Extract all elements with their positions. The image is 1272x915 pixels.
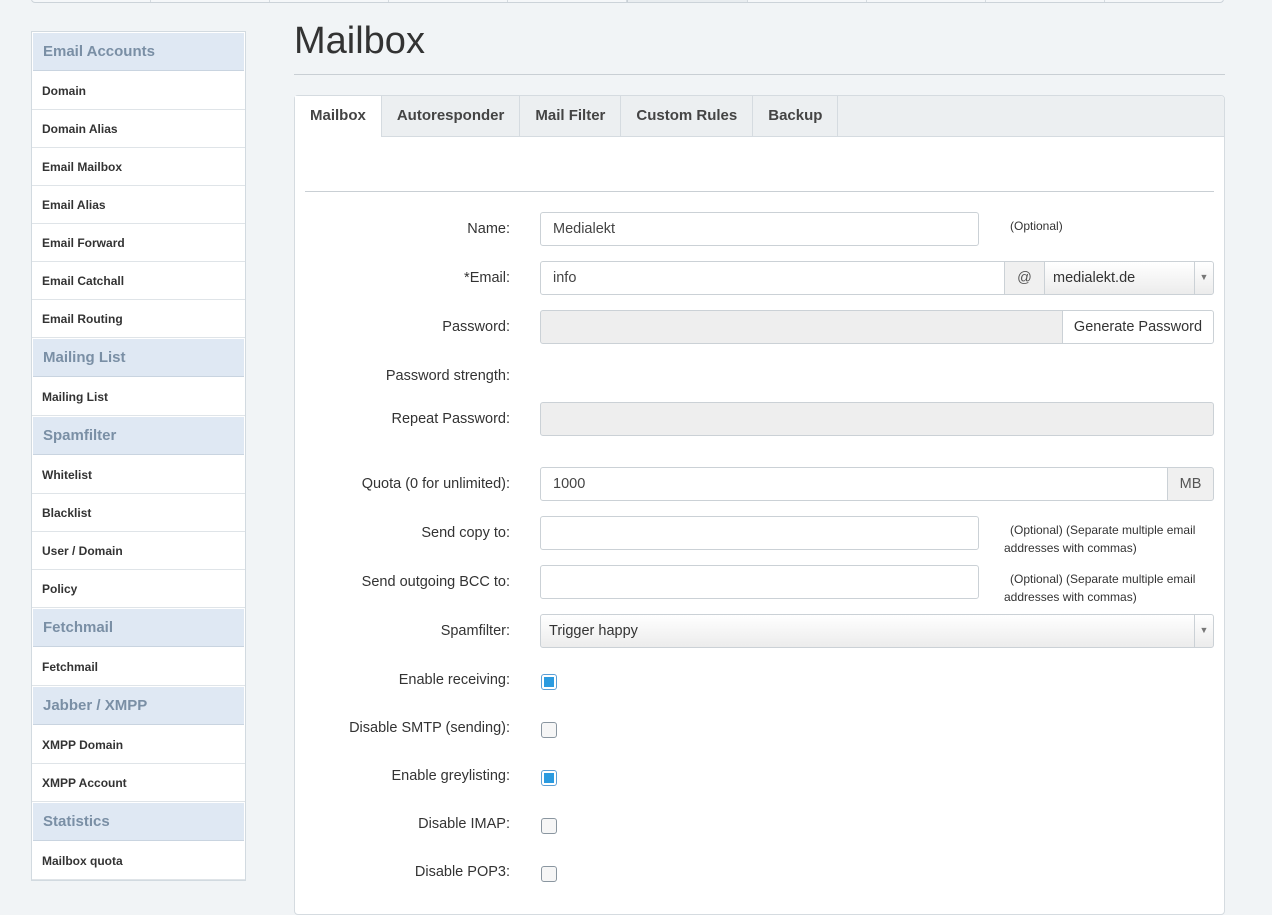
sidebar-item-fetchmail[interactable]: Fetchmail <box>32 648 245 686</box>
sidebar-item-xmpp-domain[interactable]: XMPP Domain <box>32 726 245 764</box>
tab-mailbox[interactable]: Mailbox <box>295 96 382 137</box>
sidebar-section-statistics: Statistics <box>33 803 244 841</box>
at-sign-addon: @ <box>1004 261 1045 295</box>
top-nav-tab[interactable] <box>151 0 271 2</box>
tab-autoresponder[interactable]: Autoresponder <box>382 96 521 136</box>
top-nav-tab[interactable] <box>748 0 867 2</box>
password-input[interactable] <box>540 310 1064 344</box>
top-nav-tab[interactable] <box>986 0 1105 2</box>
sidebar-section-fetchmail: Fetchmail <box>33 609 244 647</box>
chevron-down-icon: ▼ <box>1194 262 1213 294</box>
top-nav-tab[interactable] <box>32 0 152 2</box>
tab-bar: Mailbox Autoresponder Mail Filter Custom… <box>295 96 1224 137</box>
mailbox-form-panel: Mailbox Autoresponder Mail Filter Custom… <box>294 95 1225 915</box>
email-domain-select[interactable]: medialekt.de ▼ <box>1044 261 1214 295</box>
sidebar-item-blacklist[interactable]: Blacklist <box>32 494 245 532</box>
send-copy-hint: (Optional) (Separate multiple email addr… <box>1004 523 1196 555</box>
sidebar-item-xmpp-account[interactable]: XMPP Account <box>32 764 245 802</box>
send-bcc-label: Send outgoing BCC to: <box>361 574 510 590</box>
sidebar-item-mailbox-quota[interactable]: Mailbox quota <box>32 842 245 880</box>
tab-custom-rules[interactable]: Custom Rules <box>621 96 754 136</box>
form-divider <box>305 191 1214 192</box>
name-hint: (Optional) <box>1010 219 1063 233</box>
sidebar-item-email-alias[interactable]: Email Alias <box>32 186 245 224</box>
spamfilter-select[interactable]: Trigger happy ▼ <box>540 614 1214 648</box>
send-bcc-input[interactable] <box>540 565 979 599</box>
email-domain-value: medialekt.de <box>1053 270 1136 286</box>
title-divider <box>294 74 1225 75</box>
sidebar-item-email-forward[interactable]: Email Forward <box>32 224 245 262</box>
sidebar-item-domain-alias[interactable]: Domain Alias <box>32 110 245 148</box>
quota-label: Quota (0 for unlimited): <box>361 476 510 492</box>
page-title: Mailbox <box>294 20 425 62</box>
sidebar-item-policy[interactable]: Policy <box>32 570 245 608</box>
top-nav-tab[interactable] <box>270 0 390 2</box>
top-nav-tab[interactable] <box>508 0 628 2</box>
send-bcc-hint: (Optional) (Separate multiple email addr… <box>1004 572 1196 604</box>
email-local-input[interactable]: info <box>540 261 1005 295</box>
sidebar-item-user-domain[interactable]: User / Domain <box>32 532 245 570</box>
repeat-password-input[interactable] <box>540 402 1214 436</box>
send-copy-label: Send copy to: <box>421 525 510 541</box>
spamfilter-label: Spamfilter: <box>440 623 510 639</box>
top-nav-tab[interactable] <box>389 0 509 2</box>
sidebar: Email Accounts Domain Domain Alias Email… <box>31 31 246 881</box>
password-label: Password: <box>442 319 510 335</box>
enable-greylisting-label: Enable greylisting: <box>391 768 511 784</box>
chevron-down-icon: ▼ <box>1194 615 1213 647</box>
email-label: *Email: <box>464 270 510 286</box>
disable-pop3-label: Disable POP3: <box>414 864 510 880</box>
email-label-text: Email: <box>469 270 510 286</box>
sidebar-item-domain[interactable]: Domain <box>32 72 245 110</box>
enable-receiving-label: Enable receiving: <box>398 672 510 688</box>
quota-unit-addon: MB <box>1167 467 1214 501</box>
sidebar-item-email-catchall[interactable]: Email Catchall <box>32 262 245 300</box>
disable-pop3-checkbox[interactable] <box>541 866 557 882</box>
sidebar-section-mailing-list: Mailing List <box>33 339 244 377</box>
disable-smtp-checkbox[interactable] <box>541 722 557 738</box>
enable-receiving-checkbox[interactable] <box>541 674 557 690</box>
enable-greylisting-checkbox[interactable] <box>541 770 557 786</box>
generate-password-button[interactable]: Generate Password <box>1062 310 1214 344</box>
send-copy-input[interactable] <box>540 516 979 550</box>
disable-imap-label: Disable IMAP: <box>418 816 510 832</box>
tab-backup[interactable]: Backup <box>753 96 839 136</box>
top-nav <box>31 0 1224 3</box>
name-label: Name: <box>467 221 510 237</box>
name-input[interactable]: Medialekt <box>540 212 979 246</box>
sidebar-section-jabber-xmpp: Jabber / XMPP <box>33 687 244 725</box>
spamfilter-value: Trigger happy <box>549 623 638 639</box>
disable-imap-checkbox[interactable] <box>541 818 557 834</box>
top-nav-tab[interactable] <box>1105 0 1223 2</box>
quota-input[interactable]: 1000 <box>540 467 1169 501</box>
repeat-password-label: Repeat Password: <box>391 411 510 427</box>
tab-mail-filter[interactable]: Mail Filter <box>520 96 622 136</box>
sidebar-item-email-routing[interactable]: Email Routing <box>32 300 245 338</box>
sidebar-item-email-mailbox[interactable]: Email Mailbox <box>32 148 245 186</box>
disable-smtp-label: Disable SMTP (sending): <box>349 720 510 736</box>
top-nav-tab-active[interactable] <box>627 0 748 2</box>
password-strength-label: Password strength: <box>385 368 510 384</box>
sidebar-section-spamfilter: Spamfilter <box>33 417 244 455</box>
sidebar-item-whitelist[interactable]: Whitelist <box>32 456 245 494</box>
sidebar-item-mailing-list[interactable]: Mailing List <box>32 378 245 416</box>
sidebar-section-email-accounts: Email Accounts <box>33 33 244 71</box>
top-nav-tab[interactable] <box>867 0 986 2</box>
